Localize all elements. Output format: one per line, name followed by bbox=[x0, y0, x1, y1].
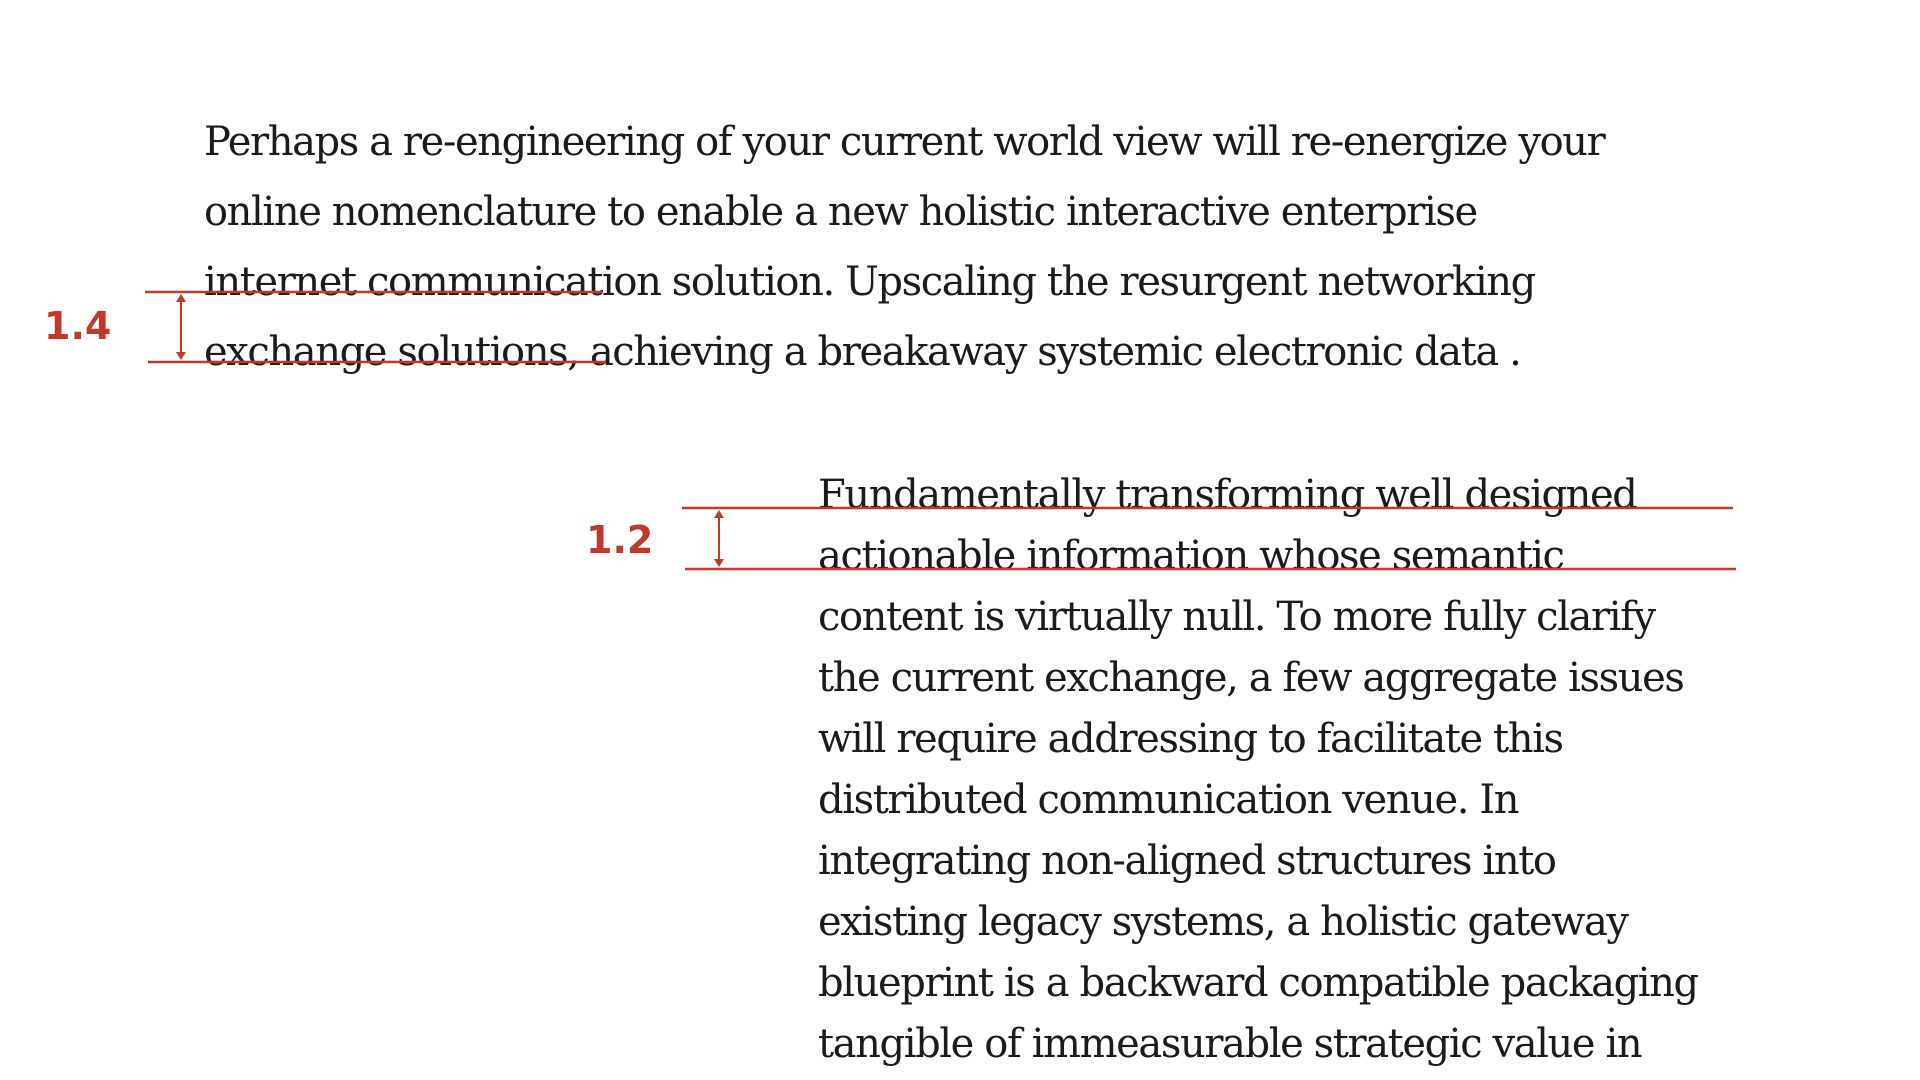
paragraph-line: integrating non-aligned structures into bbox=[818, 838, 1557, 884]
paragraph-line: distributed communication venue. In bbox=[818, 777, 1520, 823]
paragraph-line: internet communication solution. Upscali… bbox=[204, 259, 1536, 305]
paragraph-line: will require addressing to facilitate th… bbox=[818, 716, 1564, 762]
arrow-head-up-icon bbox=[714, 510, 724, 518]
line-height-label: 1.2 bbox=[586, 518, 654, 562]
paragraph-line-height-1-2: Fundamentally transforming well designed… bbox=[818, 465, 1699, 1075]
typography-line-height-diagram: Perhaps a re-engineering of your current… bbox=[0, 0, 1920, 1080]
paragraph-line: Fundamentally transforming well designed bbox=[818, 472, 1638, 518]
paragraph-line: Perhaps a re-engineering of your current… bbox=[204, 119, 1606, 165]
arrow-head-down-icon bbox=[714, 559, 724, 567]
paragraph-line: tangible of immeasurable strategic value… bbox=[818, 1021, 1643, 1067]
paragraph-line: the current exchange, a few aggregate is… bbox=[818, 655, 1685, 701]
paragraph-line: exchange solutions, achieving a breakawa… bbox=[204, 329, 1522, 375]
paragraph-line: online nomenclature to enable a new holi… bbox=[204, 189, 1478, 235]
arrow-head-up-icon bbox=[176, 294, 186, 302]
line-height-label: 1.4 bbox=[44, 304, 112, 348]
paragraph-line: existing legacy systems, a holistic gate… bbox=[818, 899, 1629, 945]
paragraph-line-height-1-4: Perhaps a re-engineering of your current… bbox=[204, 107, 1606, 387]
paragraph-line: blueprint is a backward compatible packa… bbox=[818, 960, 1699, 1006]
arrow-head-down-icon bbox=[176, 352, 186, 360]
paragraph-line: content is virtually null. To more fully… bbox=[818, 594, 1656, 640]
paragraph-line: actionable information whose semantic bbox=[818, 533, 1565, 579]
